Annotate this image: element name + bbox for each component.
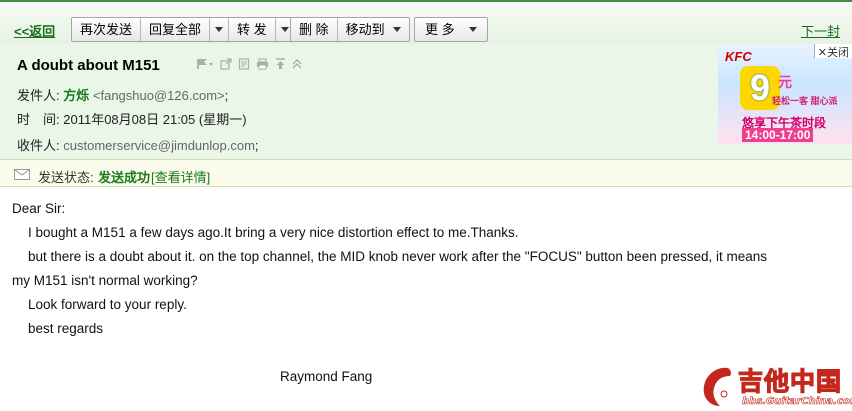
body-line-2b: my M151 isn't normal working? (12, 273, 198, 288)
chevron-down-icon (392, 27, 401, 32)
sender-row: 发件人: 方烁 <fangshuo@126.com>; (17, 85, 228, 104)
recipient-email[interactable]: customerservice@jimdunlop.com (63, 138, 255, 153)
ad-close-label: 关闭 (827, 47, 849, 59)
watermark-name: 吉他中国 (737, 366, 843, 396)
next-mail-link[interactable]: 下一封 (801, 21, 840, 40)
more-button[interactable]: 更 多 (415, 18, 487, 41)
body-greeting: Dear Sir: (12, 201, 66, 216)
reply-dropdown-button[interactable] (210, 18, 230, 41)
kfc-ad-banner[interactable]: ✕关闭 KFC 9 元 轻松一客 甜心派 悠享下午茶时段 14:00-17:00 (718, 44, 852, 144)
time-value: 2011年08月08日 21:05 (星期一) (63, 112, 247, 127)
body-signature: Raymond Fang (280, 369, 373, 384)
ad-close-button[interactable]: ✕关闭 (813, 44, 852, 59)
chevron-down-icon (215, 27, 224, 32)
recipient-separator: ; (254, 138, 259, 153)
watermark-url: bbs.GuitarChina.com (742, 396, 852, 408)
subject-action-icons (196, 58, 302, 73)
envelope-icon (14, 168, 30, 183)
time-label: 时 间: (17, 112, 60, 127)
forward-button[interactable]: 转 发 (229, 18, 276, 41)
view-source-icon[interactable] (238, 58, 250, 73)
sender-separator: ; (224, 88, 229, 103)
ad-promo-time: 14:00-17:00 (742, 128, 814, 142)
time-row: 时 间: 2011年08月08日 21:05 (星期一) (17, 109, 247, 128)
manage-button-group: 删 除 移动到 (290, 17, 410, 42)
chevron-down-icon (468, 27, 477, 32)
delete-button[interactable]: 删 除 (291, 18, 338, 41)
guitar-logo-icon (703, 367, 733, 406)
body-line-3: Look forward to your reply. (28, 297, 187, 312)
sender-name[interactable]: 方烁 (63, 88, 89, 103)
print-icon[interactable] (256, 58, 269, 73)
recipient-label: 收件人: (17, 138, 60, 153)
back-link[interactable]: <<返回 (14, 21, 55, 40)
move-to-label: 移动到 (345, 22, 385, 37)
body-line-1: I bought a M151 a few days ago.It bring … (28, 225, 519, 240)
sender-label: 发件人: (17, 88, 60, 103)
more-label: 更 多 (425, 22, 455, 37)
reply-button-group: 再次发送 回复全部 转 发 (71, 17, 295, 42)
view-details-link[interactable]: [查看详情] (151, 167, 210, 186)
resend-button[interactable]: 再次发送 (72, 18, 142, 41)
flag-icon[interactable] (196, 58, 214, 73)
reply-all-button[interactable]: 回复全部 (141, 18, 211, 41)
toolbar: <<返回 再次发送 回复全部 转 发 删 除 移动到 更 多 下一封 (0, 2, 852, 44)
chevron-down-icon (280, 27, 289, 32)
body-line-2a: but there is a doubt about it. on the to… (28, 249, 768, 264)
ad-brand: KFC (725, 49, 752, 64)
send-status-value: 发送成功 (98, 170, 151, 185)
ad-currency: 元 (778, 74, 792, 90)
mail-subject: A doubt about M151 (17, 57, 160, 74)
send-status-bar: 发送状态: 发送成功 [查看详情] (0, 159, 852, 187)
ad-tagline: 轻松一客 甜心派 (772, 96, 838, 106)
sender-email[interactable]: <fangshuo@126.com> (93, 88, 225, 103)
guitarchina-watermark: 吉他中国 bbs.GuitarChina.com (698, 362, 852, 411)
pin-top-icon[interactable] (275, 58, 286, 73)
collapse-icon[interactable] (292, 58, 302, 73)
recipient-row: 收件人: customerservice@jimdunlop.com; (17, 135, 259, 154)
open-new-window-icon[interactable] (220, 58, 232, 73)
move-to-button[interactable]: 移动到 (338, 18, 409, 41)
body-line-4: best regards (28, 321, 104, 336)
close-icon: ✕ (817, 47, 827, 59)
more-button-group: 更 多 (414, 17, 488, 42)
send-status-label: 发送状态: (38, 170, 94, 185)
